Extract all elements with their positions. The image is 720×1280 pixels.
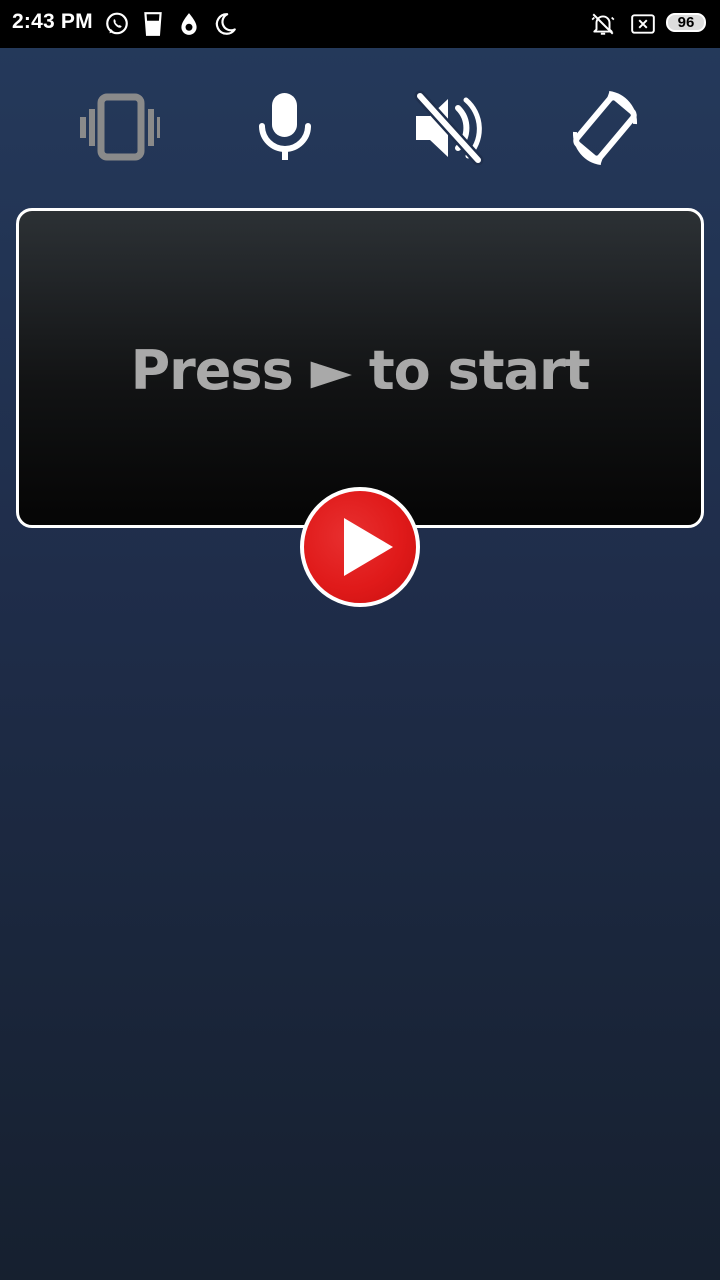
prompt-text: Press ► to start — [130, 339, 591, 402]
vibrate-toggle[interactable] — [80, 90, 160, 166]
alarm-off-icon — [590, 11, 616, 37]
whatsapp-icon — [104, 11, 130, 37]
microphone-icon — [259, 93, 311, 160]
status-time: 2:43 PM — [12, 10, 93, 33]
prompt-panel: Press ► to start — [16, 208, 704, 528]
moon-icon — [212, 11, 238, 37]
volume-off-icon — [414, 90, 484, 166]
microphone-toggle[interactable] — [245, 90, 325, 166]
battery-level: 96 — [677, 14, 695, 31]
play-button[interactable] — [300, 487, 420, 607]
egg-drop-icon — [176, 11, 202, 37]
battery-indicator: 96 — [666, 13, 708, 34]
rotate-toggle[interactable] — [565, 90, 645, 166]
no-sim-icon — [630, 11, 656, 37]
drink-cup-icon — [140, 11, 166, 37]
status-bar: 2:43 PM 96 — [0, 0, 720, 48]
sound-toggle[interactable] — [408, 90, 488, 166]
screen-rotation-icon — [572, 91, 638, 165]
vibrate-icon — [80, 93, 160, 161]
play-icon — [344, 518, 393, 576]
